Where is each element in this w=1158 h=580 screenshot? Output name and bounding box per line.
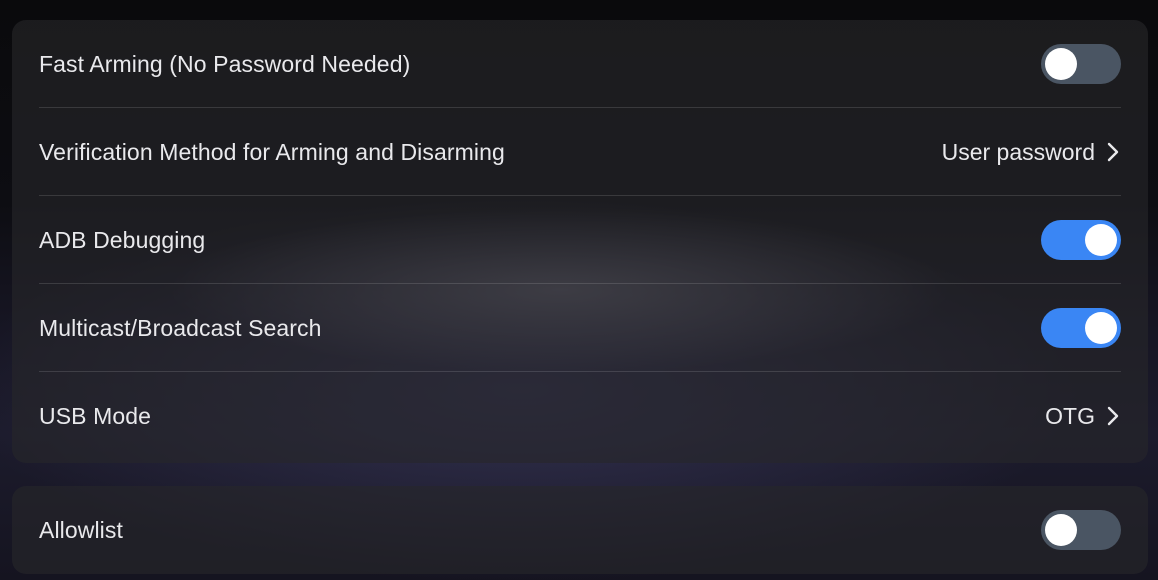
multicast-search-toggle[interactable] <box>1041 308 1121 348</box>
adb-debugging-toggle[interactable] <box>1041 220 1121 260</box>
usb-mode-value-group[interactable]: OTG <box>1045 403 1123 430</box>
fast-arming-row[interactable]: Fast Arming (No Password Needed) <box>39 20 1121 108</box>
usb-mode-value: OTG <box>1045 402 1095 429</box>
fast-arming-toggle[interactable] <box>1041 44 1121 84</box>
allowlist-row[interactable]: Allowlist <box>39 486 1121 574</box>
settings-card-main: Fast Arming (No Password Needed) Verific… <box>12 20 1148 463</box>
verification-method-row[interactable]: Verification Method for Arming and Disar… <box>39 107 1123 196</box>
toggle-knob <box>1045 48 1077 80</box>
adb-debugging-row[interactable]: ADB Debugging <box>39 195 1121 284</box>
fast-arming-label: Fast Arming (No Password Needed) <box>39 50 411 77</box>
allowlist-toggle[interactable] <box>1041 510 1121 550</box>
multicast-search-row[interactable]: Multicast/Broadcast Search <box>39 283 1121 372</box>
chevron-right-icon <box>1107 406 1119 426</box>
multicast-search-label: Multicast/Broadcast Search <box>39 314 322 341</box>
settings-card-secondary: Allowlist <box>12 486 1148 574</box>
verification-method-value-group[interactable]: User password <box>942 139 1123 166</box>
adb-debugging-label: ADB Debugging <box>39 226 206 253</box>
toggle-knob <box>1085 224 1117 256</box>
toggle-knob <box>1045 514 1077 546</box>
usb-mode-label: USB Mode <box>39 402 152 429</box>
usb-mode-row[interactable]: USB Mode OTG <box>39 371 1123 460</box>
toggle-knob <box>1085 312 1117 344</box>
chevron-right-icon <box>1107 142 1119 162</box>
verification-method-label: Verification Method for Arming and Disar… <box>39 138 505 165</box>
verification-method-value: User password <box>941 138 1095 165</box>
allowlist-label: Allowlist <box>39 516 123 543</box>
